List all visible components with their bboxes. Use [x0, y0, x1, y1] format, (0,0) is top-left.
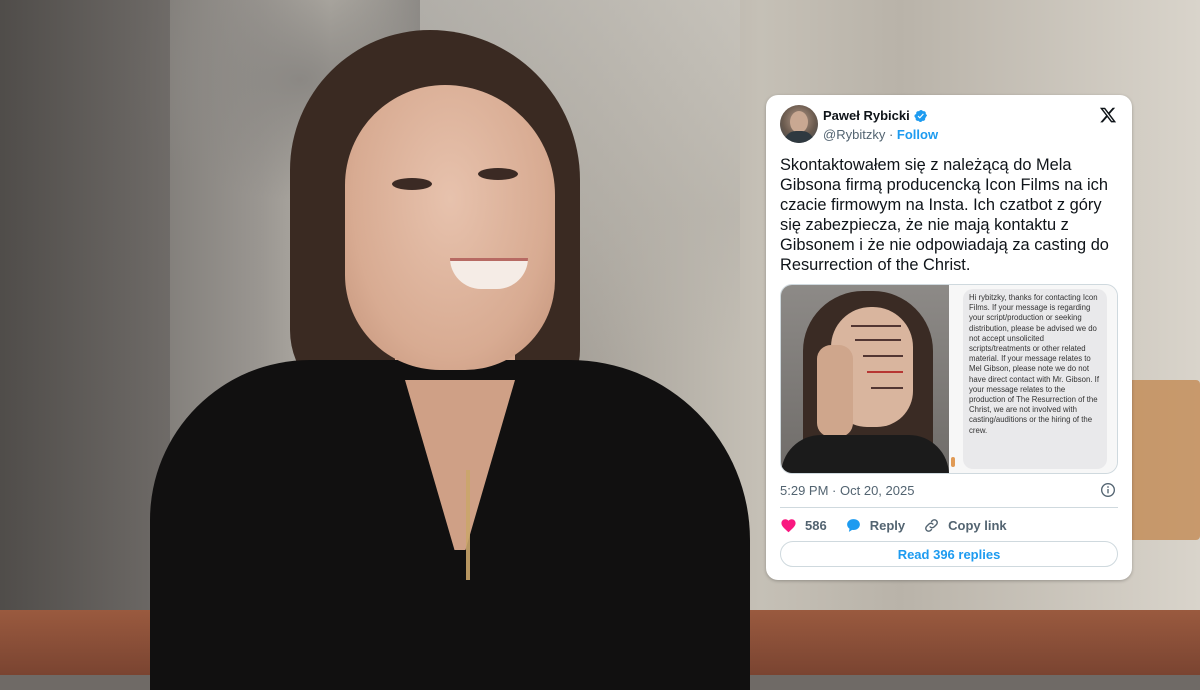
copy-link-button[interactable]: Copy link [923, 517, 1007, 534]
author-handle[interactable]: @Rybitzky [823, 127, 885, 142]
verified-badge-icon [914, 109, 927, 122]
media-photo [781, 285, 949, 473]
tweet-card[interactable]: Paweł Rybicki @Rybitzky · Follow Skontak… [766, 95, 1132, 580]
avatar[interactable] [780, 105, 818, 143]
info-icon[interactable] [1100, 482, 1116, 498]
chat-indicator [951, 457, 955, 467]
like-button[interactable]: 586 [780, 517, 827, 534]
tweet-time: 5:29 PM [780, 483, 829, 498]
author-row: Paweł Rybicki [823, 108, 928, 123]
chat-message: Hi rybitzky, thanks for contacting Icon … [963, 289, 1107, 469]
author-name[interactable]: Paweł Rybicki [823, 108, 910, 123]
follow-button[interactable]: Follow [897, 127, 938, 142]
tweet-date: Oct 20, 2025 [840, 483, 915, 498]
action-bar: 586 Reply Copy link [780, 515, 1025, 535]
reply-label: Reply [869, 517, 906, 533]
media-chat-screenshot: Hi rybitzky, thanks for contacting Icon … [949, 285, 1117, 473]
speech-bubble-icon [846, 518, 860, 532]
timestamp[interactable]: 5:29 PM · Oct 20, 2025 [780, 483, 914, 498]
face [345, 85, 555, 370]
left-eye [392, 178, 432, 190]
handle-row: @Rybitzky · Follow [823, 127, 938, 142]
heart-icon [781, 518, 796, 532]
read-replies-button[interactable]: Read 396 replies [780, 541, 1118, 567]
link-icon [925, 518, 939, 532]
handle-separator: · [888, 127, 894, 142]
tweet-text: Skontaktowałem się z należącą do Mela Gi… [780, 156, 1109, 274]
right-eye [478, 168, 518, 180]
x-logo-icon[interactable] [1099, 106, 1117, 124]
tweet-media[interactable]: Hi rybitzky, thanks for contacting Icon … [780, 284, 1118, 474]
necklace [466, 470, 470, 580]
like-count: 586 [805, 517, 827, 533]
divider [780, 507, 1118, 508]
reply-button[interactable]: Reply [845, 517, 905, 534]
copy-link-label: Copy link [948, 517, 1007, 533]
